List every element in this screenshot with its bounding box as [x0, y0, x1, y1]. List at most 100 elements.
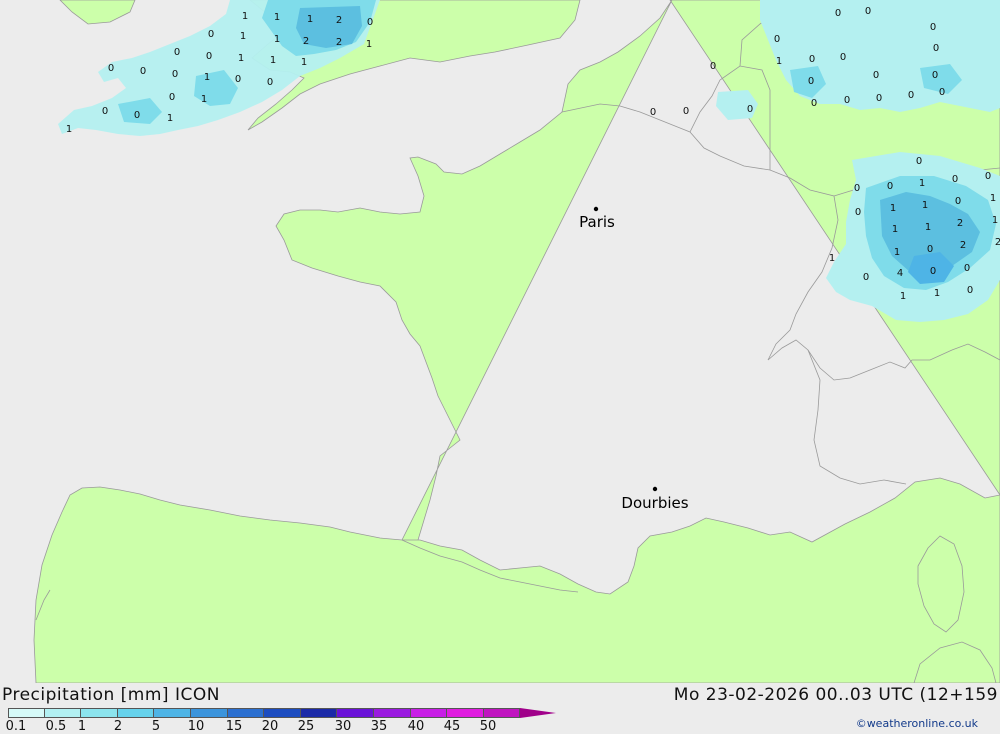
precip-value: 0 — [854, 183, 860, 194]
precip-value: 0 — [172, 69, 178, 80]
precip-value: 0 — [208, 29, 214, 40]
precip-value: 0 — [952, 174, 958, 185]
precip-value: 1 — [301, 57, 307, 68]
scale-swatch — [8, 708, 45, 718]
precip-value: 1 — [925, 222, 931, 233]
precip-value: 0 — [102, 106, 108, 117]
scale-tick-label: 10 — [187, 719, 205, 734]
precip-value: 0 — [835, 8, 841, 19]
scale-tick-label: 40 — [407, 719, 425, 734]
precip-value: 1 — [776, 56, 782, 67]
precip-value: 0 — [840, 52, 846, 63]
precip-value: 1 — [919, 178, 925, 189]
scale-tick-label: 0.1 — [5, 719, 27, 734]
precip-value: 4 — [897, 268, 903, 279]
scale-tick-label: 15 — [225, 719, 243, 734]
precip-value: 0 — [908, 90, 914, 101]
precip-value: 0 — [808, 76, 814, 87]
precip-value: 0 — [964, 263, 970, 274]
precip-value: 1 — [922, 200, 928, 211]
precip-value: 0 — [930, 22, 936, 33]
scale-swatch — [81, 708, 118, 718]
scale-swatch — [483, 708, 521, 718]
precip-value: 0 — [811, 98, 817, 109]
color-scale-ticks: 0.1 0.5 1 2 5 10 15 20 25 30 35 40 45 50 — [0, 719, 540, 734]
precip-value: 0 — [108, 63, 114, 74]
precip-value: 0 — [887, 181, 893, 192]
precip-value: 0 — [747, 104, 753, 115]
precip-value: 0 — [140, 66, 146, 77]
scale-swatch — [44, 708, 82, 718]
scale-arrow — [520, 708, 557, 718]
precip-value: 0 — [206, 51, 212, 62]
precip-value: 0 — [774, 34, 780, 45]
precip-value: 1 — [890, 203, 896, 214]
map-viewer: 1112001122100111000100010011000001000000… — [0, 0, 1000, 734]
precip-value: 0 — [916, 156, 922, 167]
precip-value: 1 — [934, 288, 940, 299]
scale-swatch — [337, 708, 374, 718]
precip-value: 0 — [930, 266, 936, 277]
legend-bar: Precipitation [mm] ICON Mo 23-02-2026 00… — [0, 683, 1000, 734]
scale-swatch — [300, 708, 338, 718]
scale-tick-label: 2 — [113, 719, 123, 734]
precip-value: 1 — [990, 193, 996, 204]
precip-value: 0 — [174, 47, 180, 58]
run-info: Mo 23-02-2026 00..03 UTC (12+159 — [673, 685, 998, 705]
scale-swatch — [190, 708, 228, 718]
precip-value: 1 — [240, 31, 246, 42]
precip-value: 2 — [303, 36, 309, 47]
precip-value: 2 — [960, 240, 966, 251]
precipitation-map[interactable]: 1 1 1 2 0 0 1 1 2 2 1 0 0 1 1 1 0 0 0 1 0 0 0 1 0 0 1 1 0 0 0 0 0 1 0 0 0 0 0 0… — [0, 0, 1000, 683]
city-marker-paris — [593, 206, 599, 212]
scale-tick-label: 30 — [334, 719, 352, 734]
precip-value: 1 — [204, 72, 210, 83]
precip-value: 0 — [367, 17, 373, 28]
credit-link[interactable]: ©weatheronline.co.uk — [856, 717, 978, 730]
precip-value: 0 — [933, 43, 939, 54]
scale-tick-label: 1 — [77, 719, 87, 734]
precip-value: 1 — [66, 124, 72, 135]
scale-swatch — [154, 708, 191, 718]
precip-value: 0 — [865, 6, 871, 17]
precip-value: 2 — [957, 218, 963, 229]
scale-swatch — [373, 708, 411, 718]
precip-value: 0 — [932, 70, 938, 81]
precip-value: 1 — [274, 34, 280, 45]
scale-swatch — [410, 708, 448, 718]
precip-value: 1 — [270, 55, 276, 66]
precip-value: 2 — [336, 37, 342, 48]
precip-value: 1 — [274, 12, 280, 23]
scale-tick-label: 0.5 — [45, 719, 67, 734]
map-title: Precipitation [mm] ICON — [2, 685, 220, 705]
scale-swatch — [264, 708, 301, 718]
scale-swatch — [447, 708, 484, 718]
scale-tick-label: 5 — [151, 719, 161, 734]
precip-value: 0 — [939, 87, 945, 98]
scale-tick-label: 35 — [370, 719, 388, 734]
precip-value: 1 — [366, 39, 372, 50]
scale-tick-label: 50 — [479, 719, 497, 734]
precip-value: 0 — [235, 74, 241, 85]
precip-value: 0 — [967, 285, 973, 296]
precip-value: 1 — [238, 53, 244, 64]
precip-value: 0 — [876, 93, 882, 104]
precip-value: 0 — [873, 70, 879, 81]
scale-tick-label: 45 — [443, 719, 461, 734]
scale-tick-label: 20 — [261, 719, 279, 734]
scale-swatch — [227, 708, 265, 718]
precip-value: 0 — [169, 92, 175, 103]
precip-value: 0 — [267, 77, 273, 88]
precip-value: 1 — [992, 215, 998, 226]
precip-value: 0 — [650, 107, 656, 118]
precip-value: 0 — [955, 196, 961, 207]
precip-value: 1 — [167, 113, 173, 124]
city-marker-dourbies — [652, 486, 658, 492]
precip-value: 0 — [683, 106, 689, 117]
precip-value: 1 — [829, 253, 835, 264]
precip-value: 0 — [844, 95, 850, 106]
precip-value: 0 — [863, 272, 869, 283]
city-label-paris: Paris — [579, 213, 615, 231]
precip-value: 0 — [710, 61, 716, 72]
precip-value: 0 — [809, 54, 815, 65]
